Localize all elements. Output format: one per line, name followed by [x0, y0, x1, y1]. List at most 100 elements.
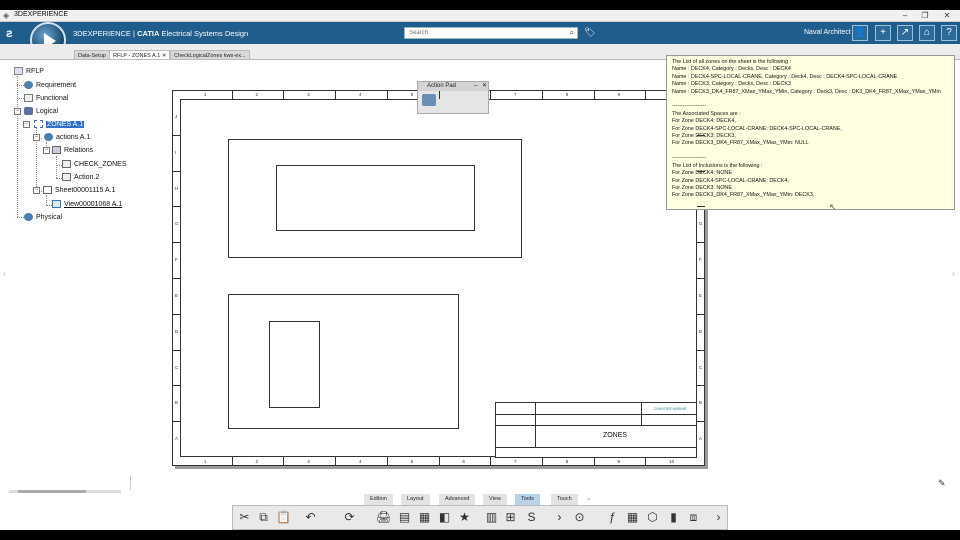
more-icon[interactable]: › [711, 510, 726, 525]
zone-deck3-dk4-fr87[interactable] [269, 321, 320, 408]
pen-icon[interactable]: ✎ [938, 478, 946, 489]
tooltip-line: ------------------- [672, 155, 707, 162]
chevron-icon[interactable]: ⌄ [586, 494, 592, 502]
knowledge-icon[interactable]: ⬡ [645, 510, 660, 525]
expand-zones-icon[interactable]: − [23, 121, 30, 128]
section-tab-view[interactable]: View [483, 494, 507, 505]
measure-icon[interactable]: ◧ [437, 510, 452, 525]
row-label: A [699, 436, 703, 442]
grid-icon[interactable]: ▦ [625, 510, 640, 525]
tab-data-setup[interactable]: Data-Setup [74, 50, 110, 60]
tab-rflp-zones[interactable]: RFLP - ZONES A.1 ✕ [109, 50, 171, 60]
column-label: 10 [669, 459, 675, 464]
expand-actions-icon[interactable]: − [33, 134, 40, 141]
tab-close-icon[interactable]: ✕ [162, 53, 167, 59]
script-s-icon[interactable]: S [524, 510, 539, 525]
action-pad-header[interactable]: Action Pad – ✕ [418, 82, 488, 91]
add-icon[interactable]: + [875, 25, 891, 41]
tree-node-requirement[interactable]: Requirement [24, 81, 76, 89]
inspect-icon[interactable]: ⊙ [572, 510, 587, 525]
frame-tick [231, 457, 233, 465]
row-label: D [699, 328, 703, 334]
search-box[interactable]: ⌕ [404, 27, 578, 39]
next-icon[interactable]: › [552, 510, 567, 525]
zone-deck3[interactable] [228, 294, 459, 429]
frame-tick [697, 170, 705, 172]
zone-deck4-spc-local-crane[interactable] [276, 165, 475, 231]
tab-check-logical-zones[interactable]: CheckLogicalZones kws-ex... [170, 50, 250, 60]
section-tab-layout[interactable]: Layout [401, 494, 430, 505]
home-icon[interactable]: ⌂ [919, 25, 935, 41]
tree-label: Functional [36, 94, 69, 102]
tag-icon[interactable]: 🏷 [584, 27, 595, 38]
collapse-right-icon[interactable]: › [952, 269, 955, 278]
column-label: 4 [358, 459, 362, 464]
formula-icon[interactable]: ƒ [605, 510, 620, 525]
tree-node-relations[interactable]: Relations [52, 146, 93, 154]
user-profile-icon[interactable]: 👤 [852, 25, 868, 41]
expand-logical-icon[interactable]: − [14, 108, 21, 115]
separator [130, 476, 131, 490]
undo-icon[interactable]: ↶ [303, 510, 318, 525]
row-label: J [175, 113, 178, 119]
frame-tick [283, 457, 285, 465]
search-icon[interactable]: ⌕ [570, 28, 574, 38]
tree-scrollbar[interactable] [9, 490, 121, 493]
tree-node-physical[interactable]: Physical [24, 213, 62, 221]
section-tab-advanced[interactable]: Advanced [439, 494, 476, 505]
script-icon [62, 160, 71, 168]
window-titlebar: ◈ 3DEXPERIENCE – ❐ ✕ [0, 10, 960, 22]
notes-icon[interactable]: ▥ [484, 510, 499, 525]
action-pad-close[interactable]: ✕ [482, 82, 487, 91]
tooltip-line: Name : DECK4-SPC-LOCAL-CRANE, Category :… [672, 73, 898, 80]
expand-sheet-icon[interactable]: − [33, 187, 40, 194]
tooltip-line: For Zone DECK3_DK4_FR87_XMax_YMax_YMin: … [672, 140, 809, 147]
cut-icon[interactable]: ✂ [237, 510, 252, 525]
copy-icon[interactable]: ⧉ [256, 510, 271, 525]
user-role[interactable]: Naval Architect [804, 29, 851, 36]
share-icon[interactable]: ↗ [897, 25, 913, 41]
help-icon[interactable]: ? [941, 25, 957, 41]
tooltip-line: For Zone DECK4-SPC-LOCAL-CRANE: DECK4, [672, 177, 789, 184]
paste-icon[interactable]: 📋 [276, 510, 291, 525]
minimize-button[interactable]: – [898, 10, 912, 22]
frame-tick [697, 134, 705, 136]
collapse-left-icon[interactable]: ‹ [3, 269, 6, 278]
action-pad-tool-icon[interactable] [422, 94, 436, 106]
expand-relations-icon[interactable]: − [43, 147, 50, 154]
title-block-title: ZONES [602, 432, 628, 439]
table-icon[interactable]: ▦ [417, 510, 432, 525]
update-icon[interactable]: ⟳ [342, 510, 357, 525]
window-title: 3DEXPERIENCE [14, 11, 69, 18]
frame-tick [231, 91, 233, 99]
hierarchy-icon[interactable]: ⊞ [503, 510, 518, 525]
properties-icon[interactable]: ▤ [397, 510, 412, 525]
collection-icon[interactable]: ⧈ [686, 510, 701, 525]
app-name: Electrical Systems Design [159, 29, 249, 38]
tree-node-functional[interactable]: Functional [24, 94, 68, 102]
requirement-icon [24, 81, 33, 89]
tree-node-actions[interactable]: actions A.1 [44, 133, 90, 141]
tree-node-zones[interactable]: ZONES A.1 [34, 120, 85, 128]
close-window-button[interactable]: ✕ [940, 10, 954, 22]
frame-tick [335, 457, 337, 465]
tree-node-logical[interactable]: Logical [24, 107, 58, 115]
tooltip-line [672, 148, 949, 155]
action-pad-minimize[interactable]: – [474, 82, 477, 91]
maximize-button[interactable]: ❐ [918, 10, 932, 22]
tree-node-check-zones[interactable]: CHECK_ZONES [62, 160, 127, 168]
tree-node-action2[interactable]: Action.2 [62, 173, 99, 181]
frame-tick [172, 385, 180, 387]
section-tab-edition[interactable]: Edition [364, 494, 393, 505]
favorites-icon[interactable]: ★ [457, 510, 472, 525]
tree-scrollbar-thumb[interactable] [18, 490, 86, 493]
action-pad[interactable]: Action Pad – ✕ [417, 81, 489, 114]
section-tab-touch[interactable]: Touch [551, 494, 578, 505]
print-icon[interactable]: 🖨 [376, 510, 391, 525]
tree-node-sheet[interactable]: Sheet00001115 A.1 [43, 186, 115, 194]
tree-node-view[interactable]: View00001068 A.1 [52, 200, 122, 208]
section-tab-tools[interactable]: Tools [515, 494, 540, 505]
slider-icon[interactable]: ▮ [666, 510, 681, 525]
tree-node-rflp[interactable]: RFLP [14, 67, 44, 75]
search-input[interactable] [405, 28, 555, 38]
